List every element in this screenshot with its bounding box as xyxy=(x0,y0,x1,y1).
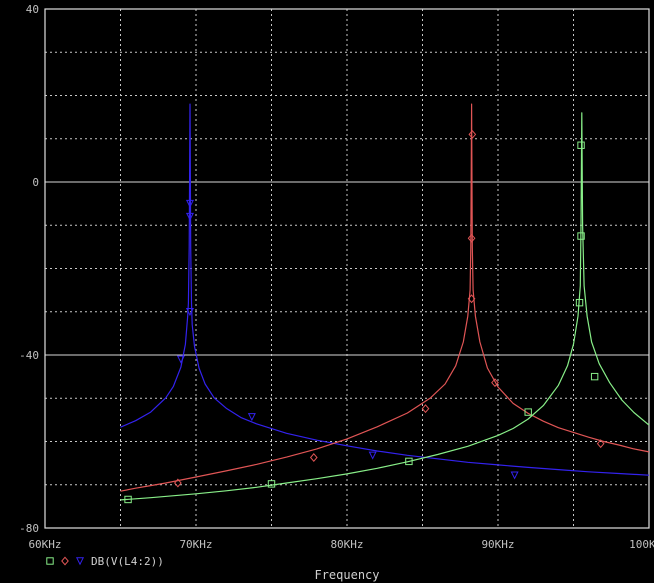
x-tick-label: 80KHz xyxy=(330,538,363,551)
plot-background xyxy=(0,0,654,583)
x-tick-label: 70KHz xyxy=(179,538,212,551)
x-tick-label: 60KHz xyxy=(28,538,61,551)
y-tick-label: -80 xyxy=(19,522,39,535)
y-tick-label: 40 xyxy=(26,3,39,16)
x-tick-label: 90KHz xyxy=(481,538,514,551)
x-axis-title: Frequency xyxy=(314,568,379,582)
y-tick-label: 0 xyxy=(32,176,39,189)
legend-label: DB(V(L4:2)) xyxy=(91,555,164,568)
y-tick-label: -40 xyxy=(19,349,39,362)
x-tick-label: 100KHz xyxy=(629,538,654,551)
chart: 40 0 -40 -80 60KHz 70KHz 80KHz 90KHz 100KHz DB(… xyxy=(0,0,654,583)
